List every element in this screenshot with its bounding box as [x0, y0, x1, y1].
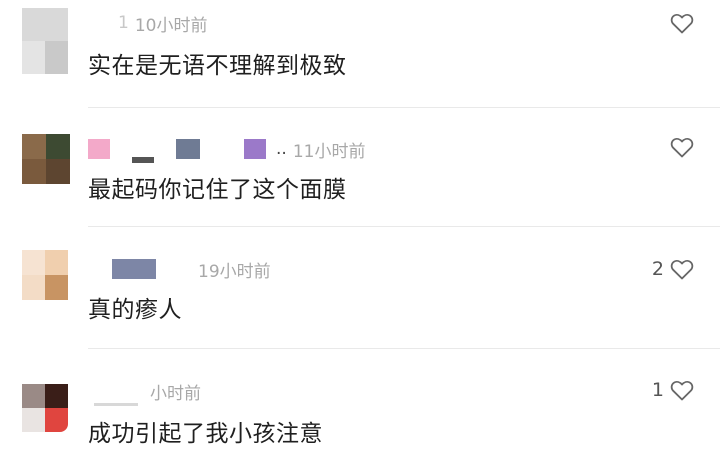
comment-list: 1 10小时前 实在是无语不理解到极致 .. 11小时前 最起码你记住了这个面膜: [0, 0, 720, 453]
username-blurred: [88, 139, 110, 159]
comment-meta: .. 11小时前: [88, 134, 365, 164]
comment-item: 19小时前 真的瘆人 2: [0, 228, 720, 348]
username-blurred: [94, 402, 138, 406]
username-blurred: [244, 139, 266, 159]
avatar[interactable]: [22, 250, 68, 300]
heart-outline-icon: [670, 380, 694, 401]
comment-text: 实在是无语不理解到极致: [88, 53, 347, 79]
username-fragment: 1: [118, 13, 129, 33]
comment-text: 最起码你记住了这个面膜: [88, 177, 347, 203]
comment-meta: 19小时前: [88, 254, 271, 284]
heart-outline-icon: [670, 13, 694, 34]
like-button[interactable]: [664, 12, 694, 34]
comment-text: 成功引起了我小孩注意: [88, 421, 323, 447]
comment-item: .. 11小时前 最起码你记住了这个面膜: [0, 112, 720, 228]
heart-outline-icon: [670, 259, 694, 280]
divider: [88, 107, 720, 108]
username-blurred: [132, 157, 154, 163]
like-button[interactable]: [664, 136, 694, 158]
username-fragment: ..: [276, 139, 287, 159]
avatar[interactable]: [22, 384, 68, 432]
comment-text: 真的瘆人: [88, 297, 182, 323]
comment-time: 小时前: [150, 383, 201, 404]
like-button[interactable]: 1: [652, 379, 694, 401]
comment-meta: 1 10小时前: [88, 8, 207, 38]
comment-time: 19小时前: [198, 261, 271, 282]
comment-item: 小时前 成功引起了我小孩注意 1: [0, 350, 720, 453]
username-blurred: [112, 259, 156, 279]
comment-item: 1 10小时前 实在是无语不理解到极致: [0, 0, 720, 112]
avatar[interactable]: [22, 8, 68, 74]
comment-time: 10小时前: [134, 15, 208, 36]
comment-meta: 小时前: [88, 376, 201, 406]
heart-outline-icon: [670, 137, 694, 158]
username-blurred: [176, 139, 200, 159]
avatar[interactable]: [22, 134, 70, 184]
like-button[interactable]: 2: [652, 258, 694, 280]
divider: [88, 348, 720, 349]
divider: [88, 226, 720, 227]
comment-time: 11小时前: [292, 141, 366, 162]
like-count: 1: [651, 379, 664, 401]
like-count: 2: [651, 258, 664, 280]
